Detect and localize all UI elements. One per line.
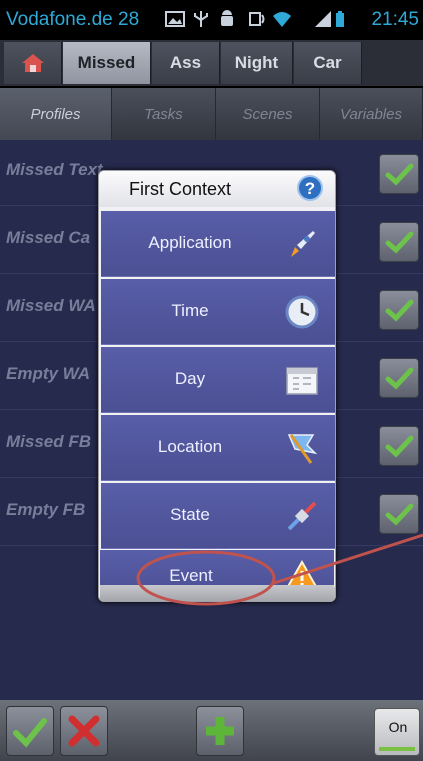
project-tab-label: Night [234, 53, 279, 72]
context-option-day[interactable]: Day [101, 347, 335, 413]
context-option-state[interactable]: State [101, 483, 335, 549]
battery-icon [336, 11, 344, 27]
tab-tasks[interactable]: Tasks [112, 88, 216, 140]
svg-text:?: ? [305, 179, 315, 198]
dialog-header: First Context ? [99, 171, 335, 207]
delete-x-icon [68, 715, 100, 747]
delete-button[interactable] [60, 706, 108, 756]
checkmark-icon [385, 163, 414, 186]
profile-name: Missed Text [6, 160, 103, 179]
carrier-label: Vodafone.de 28 [6, 9, 140, 30]
tab-profiles[interactable]: Profiles [0, 88, 112, 140]
context-option-application[interactable]: Application [101, 211, 335, 277]
signal-icon [315, 11, 331, 27]
home-icon [21, 54, 44, 72]
help-icon[interactable]: ? [297, 175, 323, 201]
profile-name: Missed FB [6, 432, 92, 451]
checkmark-icon [385, 299, 414, 322]
tab-label: Variables [340, 105, 402, 123]
rocket-icon [291, 231, 315, 257]
plug-icon [287, 501, 317, 531]
home-tab[interactable] [4, 42, 62, 84]
tab-variables[interactable]: Variables [320, 88, 423, 140]
clock-time: 21:45 [371, 9, 419, 30]
option-label: Day [174, 369, 206, 388]
tab-scenes[interactable]: Scenes [216, 88, 320, 140]
option-label: Time [171, 301, 209, 320]
flag-icon [287, 434, 318, 464]
toggle-indicator [379, 747, 415, 751]
status-bar: Vodafone.de 28 21:45 [0, 0, 423, 40]
profiles-on-toggle[interactable]: On [374, 708, 420, 756]
profile-name: Missed WA [6, 296, 96, 315]
option-label: Location [157, 437, 223, 456]
project-tab-night[interactable]: Night [221, 42, 293, 84]
project-tab-car[interactable]: Car [294, 42, 362, 84]
tab-label: Scenes [242, 105, 293, 123]
clock-icon [285, 295, 319, 329]
profile-toggle[interactable] [379, 222, 419, 262]
checkmark-icon [385, 367, 414, 390]
project-tab-ass[interactable]: Ass [152, 42, 220, 84]
tab-label: Profiles [30, 105, 81, 123]
first-context-dialog: First Context ? Application Time Day Loc… [98, 170, 336, 602]
calendar-icon [286, 367, 318, 395]
project-tab-label: Ass [169, 53, 202, 72]
checkmark-icon [385, 435, 414, 458]
profile-toggle[interactable] [379, 154, 419, 194]
image-icon [165, 11, 185, 27]
wifi-icon [273, 12, 291, 27]
tab-label: Tasks [144, 105, 183, 123]
context-option-time[interactable]: Time [101, 279, 335, 345]
enable-button[interactable] [6, 706, 54, 756]
android-debug-icon [221, 10, 233, 26]
project-tab-label: Car [313, 53, 342, 72]
project-tab-bar: Missed Ass Night Car [0, 40, 423, 86]
profile-name: Empty FB [6, 500, 86, 519]
bottom-toolbar: On [0, 700, 423, 761]
option-label: Event [169, 566, 213, 585]
project-tab-label: Missed [77, 53, 136, 72]
project-tab-missed[interactable]: Missed [63, 42, 151, 84]
profile-toggle[interactable] [379, 426, 419, 466]
option-label: Application [148, 233, 232, 252]
nfc-icon [249, 12, 265, 26]
type-tab-bar: Profiles Tasks Scenes Variables [0, 88, 423, 140]
profile-name: Empty WA [6, 364, 91, 383]
add-plus-icon [206, 717, 234, 745]
profile-toggle[interactable] [379, 358, 419, 398]
toggle-label: On [388, 719, 408, 735]
checkmark-icon [385, 503, 414, 526]
profile-toggle[interactable] [379, 494, 419, 534]
dialog-footer-strip [100, 585, 334, 600]
checkmark-icon [385, 231, 414, 254]
usb-icon [194, 11, 208, 27]
dialog-title: First Context [129, 179, 232, 199]
context-option-location[interactable]: Location [101, 415, 335, 481]
profile-name: Missed Ca [6, 228, 91, 247]
add-button[interactable] [196, 706, 244, 756]
option-label: State [170, 505, 210, 524]
profile-toggle[interactable] [379, 290, 419, 330]
checkmark-icon [13, 718, 47, 748]
